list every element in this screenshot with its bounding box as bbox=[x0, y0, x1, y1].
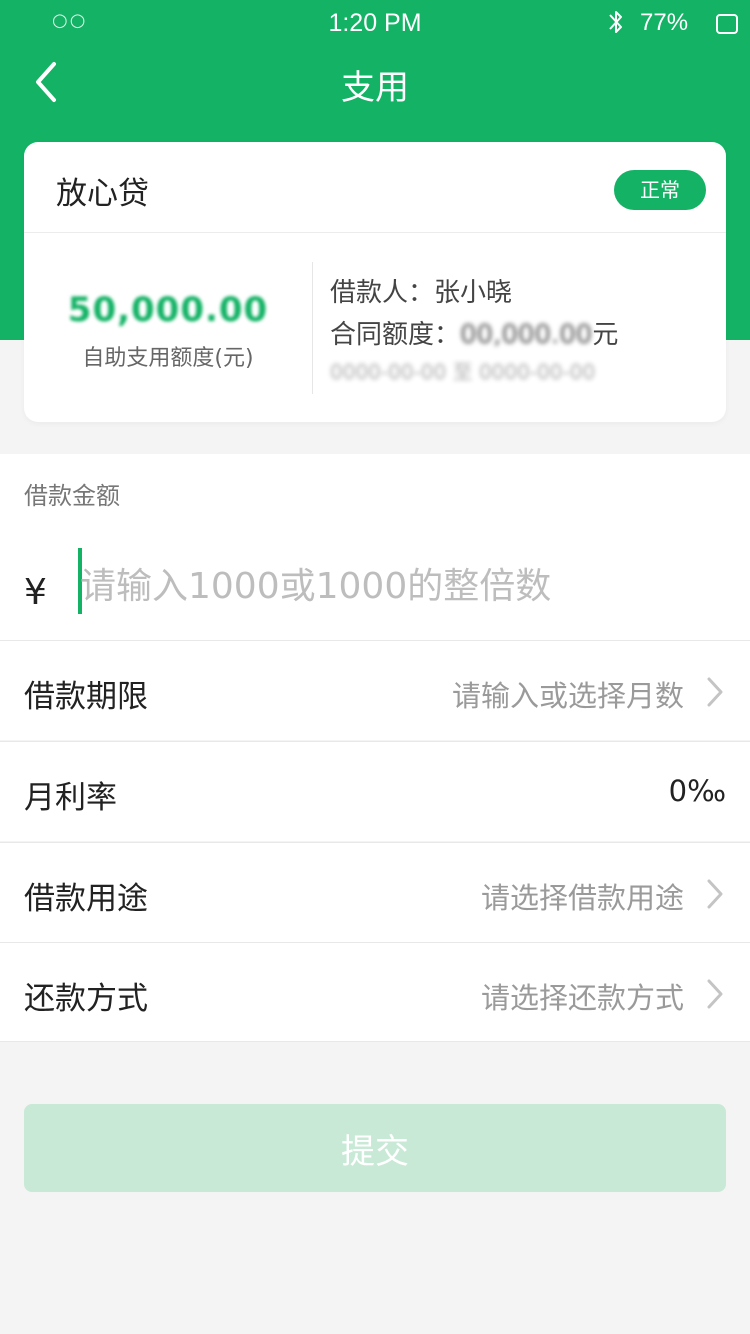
loan-purpose-value: 请选择借款用途 bbox=[480, 881, 684, 915]
contract-unit: 元 bbox=[592, 320, 619, 350]
contract-label: 合同额度： bbox=[330, 320, 461, 350]
battery-icon bbox=[716, 14, 738, 34]
monthly-rate-value: 0‰ bbox=[668, 774, 726, 808]
monthly-rate-row: 月利率 0‰ bbox=[0, 741, 750, 841]
submit-button[interactable]: 提交 bbox=[24, 1104, 726, 1192]
repayment-method-label: 还款方式 bbox=[24, 981, 148, 1017]
bluetooth-icon bbox=[609, 11, 622, 33]
loan-term-value: 请输入或选择月数 bbox=[451, 679, 684, 713]
loan-term-label: 借款期限 bbox=[24, 679, 148, 715]
contract-period: 0000-00-00 至 0000-00-00 bbox=[330, 360, 596, 384]
borrower-name: 张小晓 bbox=[434, 278, 513, 308]
loan-amount-label: 借款金额 bbox=[24, 482, 120, 510]
loan-term-row[interactable]: 借款期限 请输入或选择月数 bbox=[0, 640, 750, 740]
loan-purpose-label: 借款用途 bbox=[24, 881, 148, 917]
chevron-right-icon bbox=[707, 879, 723, 909]
status-time: 1:20 PM bbox=[328, 9, 422, 37]
borrower-info: 借款人：张小晓 bbox=[330, 272, 512, 309]
borrower-label: 借款人： bbox=[330, 278, 435, 308]
currency-symbol: ¥ bbox=[24, 572, 47, 613]
monthly-rate-label: 月利率 bbox=[24, 780, 117, 816]
page-title: 支用 bbox=[341, 68, 409, 108]
card-vertical-divider bbox=[312, 262, 313, 394]
contract-amount: 00,000.00 bbox=[460, 320, 593, 350]
loan-purpose-row[interactable]: 借款用途 请选择借款用途 bbox=[0, 842, 750, 942]
status-bar: ○○ 1:20 PM 77% bbox=[0, 0, 750, 48]
status-badge: 正常 bbox=[614, 170, 706, 210]
chevron-right-icon bbox=[707, 979, 723, 1009]
available-credit-amount: 50,000.00 bbox=[67, 290, 269, 330]
contract-info: 合同额度：00,000.00元 bbox=[330, 314, 618, 351]
loan-amount-input[interactable] bbox=[78, 556, 718, 616]
navigation-bar: 支用 bbox=[0, 48, 750, 120]
repayment-method-row[interactable]: 还款方式 请选择还款方式 bbox=[0, 942, 750, 1042]
chevron-right-icon bbox=[707, 677, 723, 707]
available-credit-label: 自助支用额度(元) bbox=[82, 346, 254, 371]
card-divider bbox=[24, 232, 726, 233]
loan-amount-section: 借款金额 ¥ bbox=[0, 454, 750, 640]
repayment-method-value: 请选择还款方式 bbox=[480, 981, 684, 1015]
battery-percentage: 77% bbox=[640, 9, 689, 36]
product-name: 放心贷 bbox=[56, 176, 149, 212]
loan-summary-card: 放心贷 正常 50,000.00 自助支用额度(元) 借款人：张小晓 合同额度：… bbox=[24, 142, 726, 422]
